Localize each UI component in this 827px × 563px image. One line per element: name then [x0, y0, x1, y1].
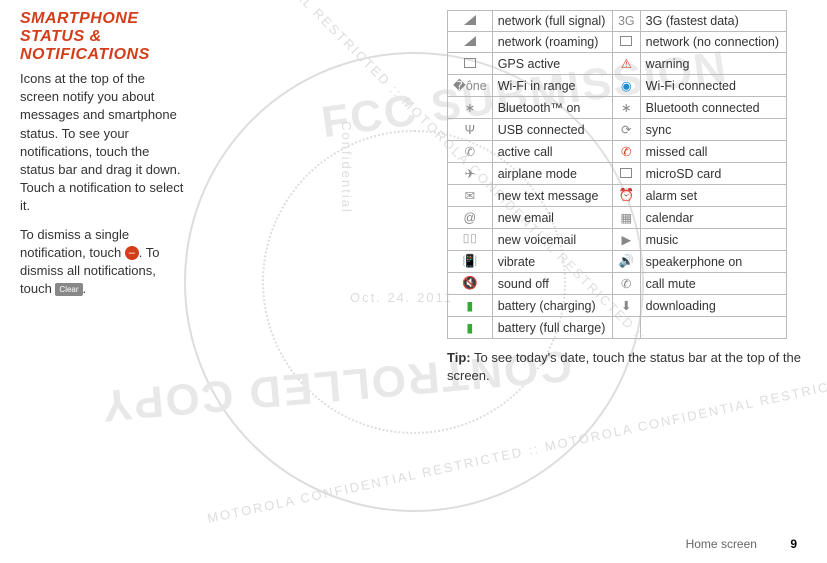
speaker-icon: 🔊 [612, 251, 640, 273]
signal-icon [448, 11, 493, 32]
voicemail-icon: ⌷⌷ [448, 229, 493, 251]
table-row: @new email▦calendar [448, 207, 787, 229]
table-row: ΨUSB connected⟳sync [448, 119, 787, 141]
music-icon: ▶ [612, 229, 640, 251]
dismiss-text-c: . [83, 281, 87, 296]
table-row: GPS active⚠warning [448, 53, 787, 75]
status-label: network (roaming) [492, 32, 612, 53]
dismiss-notification-icon: – [125, 246, 139, 260]
status-label: battery (full charge) [492, 317, 612, 339]
message-icon: ✉ [448, 185, 493, 207]
status-label: Bluetooth™ on [492, 97, 612, 119]
status-label: new text message [492, 185, 612, 207]
missed-call-icon: ✆ [612, 141, 640, 163]
table-row: ⌷⌷new voicemail▶music [448, 229, 787, 251]
status-label: airplane mode [492, 163, 612, 185]
empty-icon [612, 317, 640, 339]
table-row: ✆active call✆missed call [448, 141, 787, 163]
battery-full-icon: ▮ [448, 317, 493, 339]
status-icons-table: network (full signal)3G3G (fastest data)… [447, 10, 787, 339]
status-label: speakerphone on [640, 251, 786, 273]
status-label: battery (charging) [492, 295, 612, 317]
tip-paragraph: Tip: To see today's date, touch the stat… [447, 349, 807, 385]
clear-button-icon: Clear [55, 283, 82, 296]
status-label: downloading [640, 295, 786, 317]
status-label: new voicemail [492, 229, 612, 251]
status-label: microSD card [640, 163, 786, 185]
email-icon: @ [448, 207, 493, 229]
footer-section-name: Home screen [686, 537, 757, 551]
table-row: 🔇sound off✆call mute [448, 273, 787, 295]
sync-icon: ⟳ [612, 119, 640, 141]
tip-label: Tip: [447, 350, 471, 365]
sound-off-icon: 🔇 [448, 273, 493, 295]
active-call-icon: ✆ [448, 141, 493, 163]
status-label: new email [492, 207, 612, 229]
status-label: sync [640, 119, 786, 141]
no-network-icon [612, 32, 640, 53]
calendar-icon: ▦ [612, 207, 640, 229]
usb-icon: Ψ [448, 119, 493, 141]
wifi-connected-icon: ◉ [612, 75, 640, 97]
3g-icon: 3G [612, 11, 640, 32]
status-label: missed call [640, 141, 786, 163]
table-row: 📳vibrate🔊speakerphone on [448, 251, 787, 273]
table-row: ✉new text message⏰alarm set [448, 185, 787, 207]
table-row: ∗Bluetooth™ on∗Bluetooth connected [448, 97, 787, 119]
wifi-range-icon: �ône [448, 75, 493, 97]
bluetooth-connected-icon: ∗ [612, 97, 640, 119]
download-icon: ⬇ [612, 295, 640, 317]
roaming-icon [448, 32, 493, 53]
battery-charging-icon: ▮ [448, 295, 493, 317]
alarm-icon: ⏰ [612, 185, 640, 207]
status-label: 3G (fastest data) [640, 11, 786, 32]
microsd-icon [612, 163, 640, 185]
mute-icon: ✆ [612, 273, 640, 295]
footer-page-number: 9 [790, 537, 797, 551]
status-label: network (full signal) [492, 11, 612, 32]
status-label: calendar [640, 207, 786, 229]
status-label: warning [640, 53, 786, 75]
table-row: network (full signal)3G3G (fastest data) [448, 11, 787, 32]
status-label [640, 317, 786, 339]
status-label: USB connected [492, 119, 612, 141]
tip-text: To see today's date, touch the status ba… [447, 350, 801, 383]
status-label: sound off [492, 273, 612, 295]
dismiss-text-a: To dismiss a single notification, touch [20, 227, 129, 260]
table-row: �ôneWi-Fi in range◉Wi-Fi connected [448, 75, 787, 97]
table-row: network (roaming) network (no connection) [448, 32, 787, 53]
table-row: ▮battery (full charge) [448, 317, 787, 339]
dismiss-paragraph: To dismiss a single notification, touch … [20, 226, 187, 299]
intro-paragraph: Icons at the top of the screen notify yo… [20, 70, 187, 216]
table-row: ▮battery (charging)⬇downloading [448, 295, 787, 317]
status-label: Wi-Fi connected [640, 75, 786, 97]
status-label: vibrate [492, 251, 612, 273]
status-label: call mute [640, 273, 786, 295]
page-footer: Home screen 9 [686, 537, 797, 551]
table-row: ✈airplane mode microSD card [448, 163, 787, 185]
gps-icon [448, 53, 493, 75]
status-label: alarm set [640, 185, 786, 207]
bluetooth-icon: ∗ [448, 97, 493, 119]
section-title: SMARTPHONE STATUS & NOTIFICATIONS [20, 10, 187, 64]
warning-icon: ⚠ [612, 53, 640, 75]
status-label: Wi-Fi in range [492, 75, 612, 97]
status-label: GPS active [492, 53, 612, 75]
status-label: active call [492, 141, 612, 163]
airplane-icon: ✈ [448, 163, 493, 185]
status-label: Bluetooth connected [640, 97, 786, 119]
status-label: music [640, 229, 786, 251]
vibrate-icon: 📳 [448, 251, 493, 273]
status-label: network (no connection) [640, 32, 786, 53]
